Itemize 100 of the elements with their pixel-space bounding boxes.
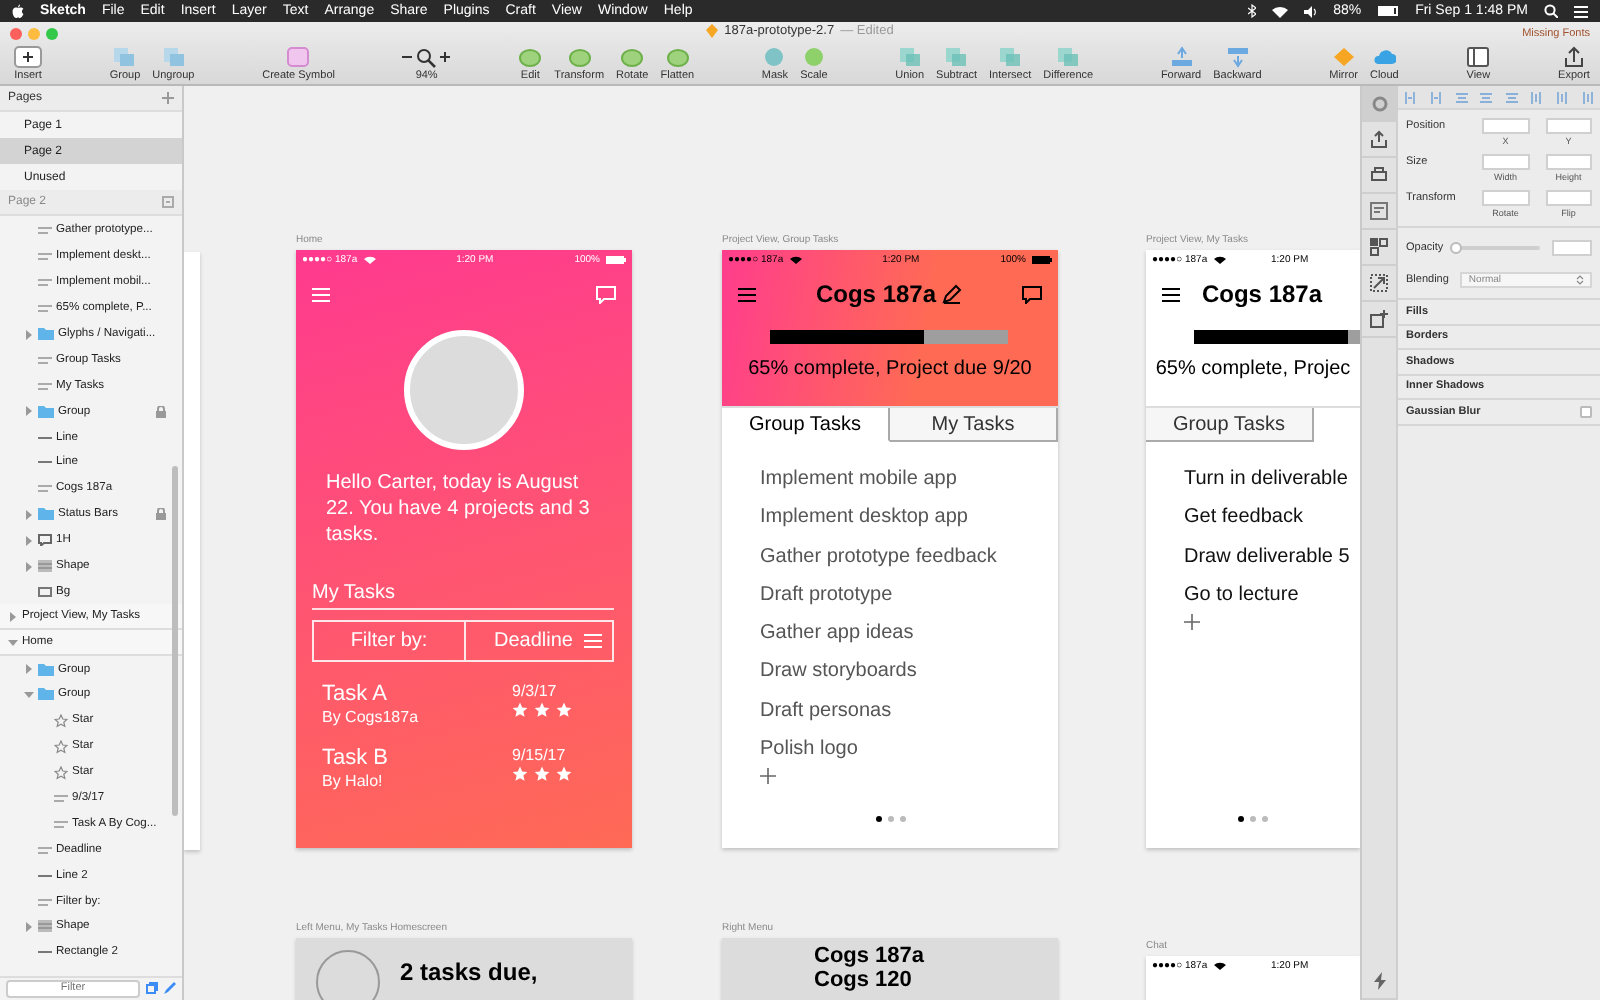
number-field[interactable] (1545, 190, 1592, 206)
tab[interactable]: My Tasks (890, 408, 1058, 442)
task-item[interactable]: Gather prototype feedback (760, 537, 1058, 576)
disclosure-arrow[interactable] (23, 921, 33, 932)
line-icon (38, 456, 52, 469)
upload-icon (1370, 130, 1388, 148)
text-layer-icon (38, 224, 52, 237)
shape-icon (620, 46, 645, 68)
task-author: By Cogs187a (322, 708, 419, 726)
disclosure-arrow[interactable] (23, 664, 33, 675)
wifi-icon (1213, 256, 1226, 264)
shape-icon (518, 46, 543, 68)
search-icon (1544, 4, 1558, 18)
align-icon (1480, 91, 1493, 103)
task-item[interactable]: Draft prototype (760, 575, 1058, 615)
avatar-circle (316, 950, 380, 1000)
number-field[interactable] (1482, 190, 1529, 206)
star-icon (54, 765, 68, 780)
align-icon (1556, 91, 1569, 103)
line-icon (38, 869, 52, 882)
text-layer-icon (54, 817, 68, 830)
task-item[interactable]: Gather app ideas (760, 614, 1058, 653)
number-field[interactable] (1545, 118, 1592, 134)
section-title: My Tasks (312, 582, 614, 610)
progress-text: 65% complete, Projec (1153, 358, 1353, 380)
align-icon (1530, 91, 1543, 103)
text-layer-icon (54, 792, 68, 805)
align-icon (1404, 91, 1417, 103)
squares-icon (897, 46, 922, 68)
copy-icon (146, 982, 158, 994)
disclosure-arrow[interactable] (23, 329, 33, 339)
squares-icon (112, 46, 137, 68)
task-item[interactable]: Polish logo (760, 730, 1058, 769)
resize-icon (1370, 274, 1388, 292)
task-item[interactable]: Implement desktop app (760, 498, 1058, 538)
disclosure-arrow[interactable] (23, 509, 33, 520)
zoom-button[interactable] (46, 27, 58, 39)
window-icon (1466, 46, 1491, 68)
disclosure-arrow[interactable] (23, 535, 33, 546)
color-button[interactable] (1361, 86, 1397, 122)
close-button[interactable] (10, 27, 22, 39)
plus-icon (162, 92, 174, 104)
star-icon (54, 713, 68, 728)
tab[interactable]: Group Tasks (722, 408, 890, 442)
add-image-icon (1370, 310, 1388, 328)
number-field[interactable] (1482, 118, 1529, 134)
circle-icon (1371, 95, 1387, 111)
shape-icon (665, 46, 690, 68)
task-item[interactable]: Go to lecture (1184, 575, 1360, 615)
number-field[interactable] (1482, 154, 1529, 170)
folder-icon (38, 508, 54, 521)
plus-icon (1184, 614, 1200, 631)
minimize-button[interactable] (28, 27, 40, 39)
star-icon (512, 702, 528, 718)
tab[interactable]: Group Tasks (1146, 408, 1314, 442)
star-icon (512, 766, 528, 782)
plus-icon (14, 46, 42, 68)
text-layer-icon (38, 482, 52, 495)
task-item[interactable]: Implement mobile app (760, 460, 1058, 499)
battery-icon (1031, 256, 1052, 264)
squares-icon (944, 46, 969, 68)
cloud-icon (1372, 46, 1397, 68)
speech-bubble-icon (38, 534, 52, 547)
task-item[interactable]: Get feedback (1184, 498, 1360, 538)
lightning-icon (1373, 972, 1385, 990)
text-layer-icon (38, 353, 52, 366)
task-author: By Halo! (322, 772, 385, 790)
list-icon (1574, 5, 1588, 17)
circle-icon (801, 46, 826, 68)
task-item[interactable]: Draw deliverable 5 (1184, 537, 1360, 576)
disclosure-arrow[interactable] (23, 561, 33, 572)
disclosure-arrow[interactable] (7, 637, 17, 648)
chat-icon (1022, 285, 1042, 303)
disclosure-arrow[interactable] (23, 689, 33, 700)
bluetooth-icon (1247, 4, 1256, 18)
number-field[interactable] (1545, 154, 1592, 170)
scrollbar[interactable] (172, 466, 178, 816)
task-item[interactable]: Turn in deliverable (1184, 460, 1360, 499)
checkbox[interactable] (1580, 405, 1592, 418)
squares-icon (998, 46, 1023, 68)
pencil-icon (942, 284, 963, 304)
symbol-icon (286, 46, 311, 68)
disclosure-arrow[interactable] (23, 406, 33, 417)
squares-icon (161, 46, 186, 68)
number-field[interactable] (1552, 240, 1592, 256)
disclosure-arrow[interactable] (7, 611, 17, 622)
chat-icon (596, 285, 616, 303)
task-title: Task B (322, 746, 389, 770)
minus-icon (402, 52, 413, 62)
menu-icon (1162, 287, 1180, 301)
task-item[interactable]: Draw storyboards (760, 652, 1058, 692)
rectangle-icon (38, 585, 52, 598)
layout-icon (1370, 202, 1388, 220)
volume-icon (1303, 5, 1318, 17)
heading-text: 2 tasks due, (400, 958, 538, 986)
collapse-icon (162, 196, 174, 208)
star-icon (534, 702, 550, 718)
task-item[interactable]: Draft personas (760, 691, 1058, 731)
star-icon (556, 766, 572, 782)
menu-icon (738, 287, 756, 301)
